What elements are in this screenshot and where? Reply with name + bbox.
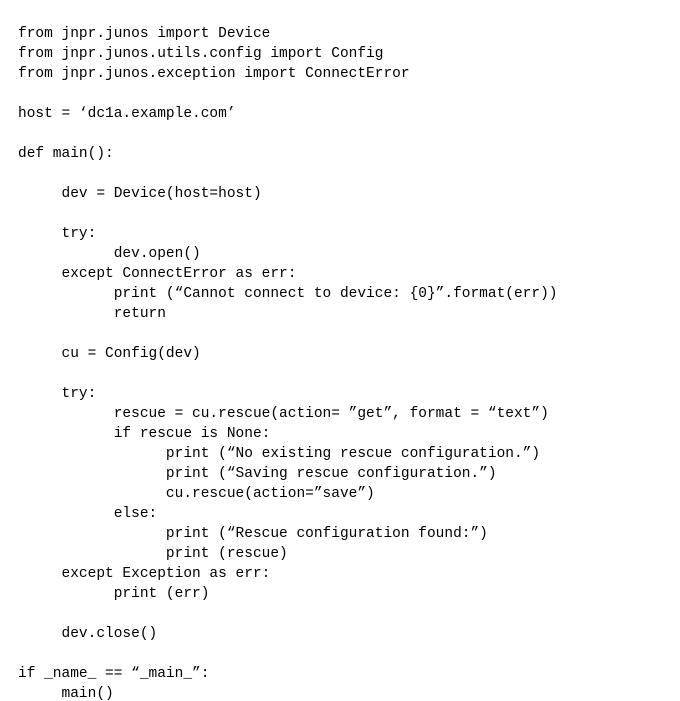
- code-block: from jnpr.junos import Device from jnpr.…: [0, 0, 680, 701]
